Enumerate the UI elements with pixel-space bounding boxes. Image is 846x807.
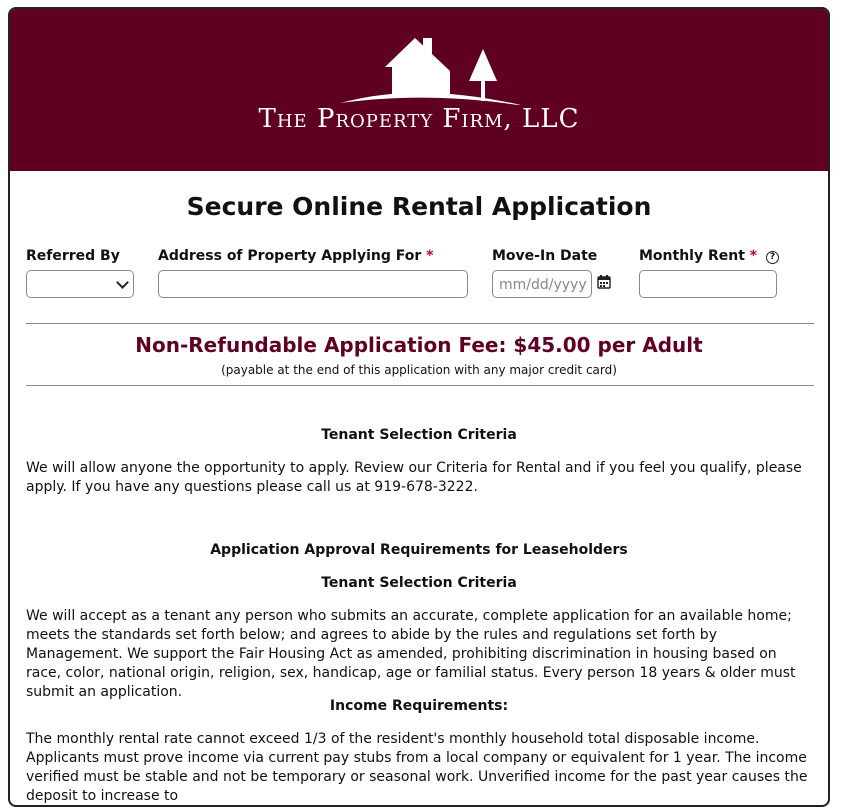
approval-paragraph: We will accept as a tenant any person wh…	[26, 608, 796, 700]
date-placeholder: mm/dd/yyyy	[499, 277, 587, 293]
referred-by-label: Referred By	[26, 248, 120, 264]
section-subheading-criteria: Tenant Selection Criteria	[321, 575, 517, 591]
chevron-down-icon	[116, 276, 129, 289]
address-label: Address of Property Applying For *	[158, 248, 434, 264]
section-heading-approval: Application Approval Requirements for Le…	[210, 542, 628, 558]
house-logo-icon	[340, 38, 521, 105]
section-heading-criteria: Tenant Selection Criteria	[321, 427, 517, 443]
divider-bottom	[26, 385, 814, 386]
company-logo-text: The Property Firm, LLC	[258, 104, 580, 134]
required-mark: *	[426, 248, 434, 264]
address-input[interactable]	[158, 270, 468, 298]
application-fee-subtitle: (payable at the end of this application …	[221, 363, 617, 377]
help-icon[interactable]: ?	[766, 251, 779, 264]
divider-top	[26, 323, 814, 324]
move-in-label: Move-In Date	[492, 248, 598, 264]
criteria-paragraph: We will allow anyone the opportunity to …	[26, 460, 802, 495]
page-title: Secure Online Rental Application	[186, 192, 652, 221]
calendar-icon[interactable]	[597, 275, 611, 289]
referred-by-select[interactable]	[26, 270, 134, 298]
application-card: The Property Firm, LLC Secure Online Ren…	[8, 7, 830, 807]
income-paragraph: The monthly rental rate cannot exceed 1/…	[26, 731, 808, 804]
monthly-rent-input[interactable]	[639, 270, 777, 298]
monthly-rent-label: Monthly Rent * ?	[639, 248, 779, 264]
income-heading: Income Requirements:	[329, 698, 509, 714]
application-fee-title: Non-Refundable Application Fee: $45.00 p…	[135, 333, 703, 357]
required-mark: *	[749, 248, 758, 264]
header-banner: The Property Firm, LLC	[10, 9, 828, 171]
move-in-date-input[interactable]: mm/dd/yyyy	[492, 270, 592, 298]
